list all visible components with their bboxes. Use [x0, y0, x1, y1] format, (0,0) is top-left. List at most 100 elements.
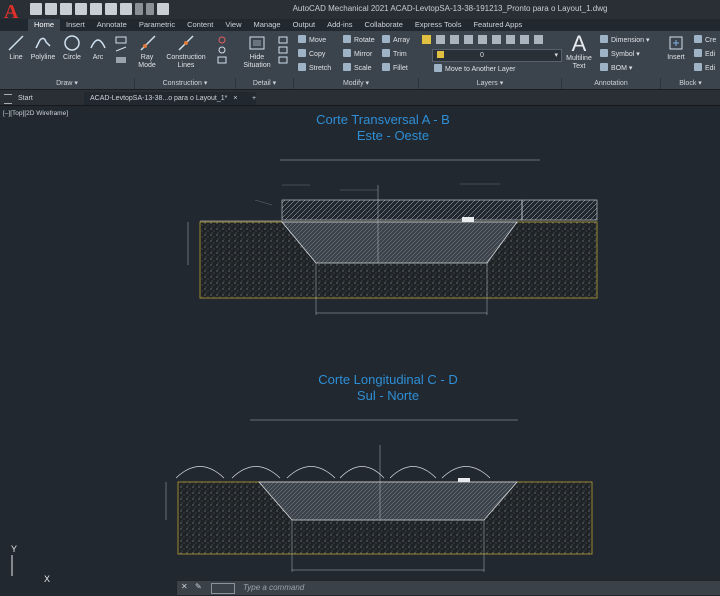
array-label: Array [393, 37, 410, 44]
line-button[interactable]: Line [4, 34, 28, 62]
tab-view[interactable]: View [219, 19, 247, 31]
create-block-button[interactable]: Cre [694, 35, 716, 46]
dimension-button[interactable]: Dimension ▾ [600, 35, 650, 46]
section-transversal [187, 159, 598, 315]
layer-bulb-icon[interactable] [422, 35, 431, 44]
section2-subtitle: Sul - Norte [356, 388, 420, 403]
command-input[interactable]: Type a command [243, 583, 304, 592]
rotate-button[interactable]: Rotate [343, 35, 375, 46]
tab-parametric[interactable]: Parametric [133, 19, 181, 31]
annotation-panel-title[interactable]: Annotation [562, 78, 661, 89]
layer-match-icon[interactable] [464, 35, 473, 44]
construction-lines-button[interactable]: Construction Lines [164, 34, 208, 70]
detail-extras-icon [278, 36, 288, 64]
ribbon: Line Polyline Circle Arc Draw ▾ Ray Mode… [0, 31, 720, 90]
polyline-label: Polyline [30, 54, 56, 61]
hide-situation-button[interactable]: Hide Situation [240, 34, 274, 70]
tab-featured-apps[interactable]: Featured Apps [467, 19, 528, 31]
tab-manage[interactable]: Manage [247, 19, 286, 31]
mirror-icon [343, 49, 351, 57]
copy-button[interactable]: Copy [298, 49, 325, 60]
tab-current-drawing[interactable]: ACAD-LevtopSA-13-38...o para o Layout_1*… [84, 92, 256, 105]
drawing-canvas[interactable]: Corte Transversal A - B Este - Oeste Cor… [0, 106, 720, 584]
layer-icons-row[interactable] [422, 35, 543, 44]
ray-mode-button[interactable]: Ray Mode [136, 34, 160, 70]
symbol-label: Symbol [611, 51, 635, 58]
ucs-icon [11, 555, 13, 576]
symbol-button[interactable]: Symbol ▾ [600, 49, 640, 60]
bom-button[interactable]: BOM ▾ [600, 63, 632, 74]
scale-button[interactable]: Scale [343, 63, 372, 74]
move-button[interactable]: Move [298, 35, 326, 46]
menu-icon[interactable] [4, 94, 12, 104]
layer-freeze-icon[interactable] [436, 35, 445, 44]
layer-lock-icon[interactable] [450, 35, 459, 44]
tab-addins[interactable]: Add-ins [321, 19, 358, 31]
move-to-layer-button[interactable]: Move to Another Layer [434, 64, 515, 75]
construction-extras-icon [217, 36, 227, 64]
new-tab-button[interactable]: + [246, 92, 262, 105]
close-icon[interactable]: × [233, 95, 237, 102]
insert-button[interactable]: Insert [664, 34, 688, 62]
detail-panel-title[interactable]: Detail ▾ [236, 78, 294, 89]
layer-extra-icon[interactable] [534, 35, 543, 44]
edit-block-button[interactable]: Edi [694, 49, 715, 60]
ribbon-tabs: Home Insert Annotate Parametric Content … [28, 19, 528, 31]
layers-panel-title[interactable]: Layers ▾ [419, 78, 562, 89]
layer-dropdown[interactable]: 0 ▾ [432, 49, 562, 62]
stretch-label: Stretch [309, 65, 332, 72]
layer-walk-icon[interactable] [506, 35, 515, 44]
scale-label: Scale [354, 65, 372, 72]
layer-value: 0 [479, 52, 484, 59]
layer-merge-icon[interactable] [520, 35, 529, 44]
construction-panel-title[interactable]: Construction ▾ [135, 78, 236, 89]
detail-extras[interactable] [276, 35, 290, 67]
close-command-icon[interactable]: ✕ [181, 582, 188, 591]
block-panel-title[interactable]: Block ▾ [661, 78, 720, 89]
tab-collaborate[interactable]: Collaborate [359, 19, 409, 31]
stretch-button[interactable]: Stretch [298, 63, 331, 74]
draw-extras[interactable] [111, 35, 133, 67]
modify-panel-title[interactable]: Modify ▾ [294, 78, 419, 89]
layer-isolate-icon[interactable] [478, 35, 487, 44]
draw-panel-title[interactable]: Draw ▾ [0, 78, 135, 89]
tab-insert[interactable]: Insert [60, 19, 91, 31]
ray-icon [140, 35, 156, 51]
tab-home[interactable]: Home [28, 19, 61, 31]
fillet-button[interactable]: Fillet [382, 63, 408, 74]
draw-extras-icon [115, 36, 127, 63]
rotate-icon [343, 35, 351, 43]
layer-off-icon[interactable] [492, 35, 501, 44]
ray-label: Ray Mode [138, 54, 156, 69]
trim-label: Trim [393, 51, 407, 58]
move-icon [298, 35, 306, 43]
arc-label: Arc [92, 54, 104, 61]
command-line[interactable]: ✕ ✎ Type a command [176, 580, 720, 596]
arc-icon [90, 39, 106, 49]
tab-content[interactable]: Content [181, 19, 219, 31]
copy-label: Copy [309, 51, 326, 58]
multiline-text-button[interactable]: A Multiline Text [562, 33, 596, 71]
tab-annotate[interactable]: Annotate [91, 19, 133, 31]
autocad-logo-icon[interactable]: A [4, 2, 22, 32]
insert-block-icon [669, 36, 683, 50]
current-drawing-label: ACAD-LevtopSA-13-38...o para o Layout_1* [90, 95, 228, 102]
polyline-button[interactable]: Polyline [28, 34, 58, 62]
construction-extras[interactable] [212, 35, 232, 67]
mirror-button[interactable]: Mirror [343, 49, 372, 60]
tab-start[interactable]: Start [12, 92, 80, 105]
circle-button[interactable]: Circle [60, 34, 84, 62]
edit-attributes-button[interactable]: Edi [694, 63, 715, 74]
circle-icon [64, 35, 80, 51]
edit-attributes-label: Edi [705, 65, 716, 72]
drawing-svg [11, 159, 598, 576]
stretch-icon [298, 63, 306, 71]
arc-button[interactable]: Arc [86, 34, 110, 62]
array-button[interactable]: Array [382, 35, 410, 46]
recent-commands-icon[interactable] [211, 583, 235, 594]
tab-output[interactable]: Output [287, 19, 322, 31]
customize-icon[interactable]: ✎ [195, 582, 202, 591]
create-block-label: Cre [705, 37, 717, 44]
trim-button[interactable]: Trim [382, 49, 407, 60]
tab-express-tools[interactable]: Express Tools [409, 19, 468, 31]
